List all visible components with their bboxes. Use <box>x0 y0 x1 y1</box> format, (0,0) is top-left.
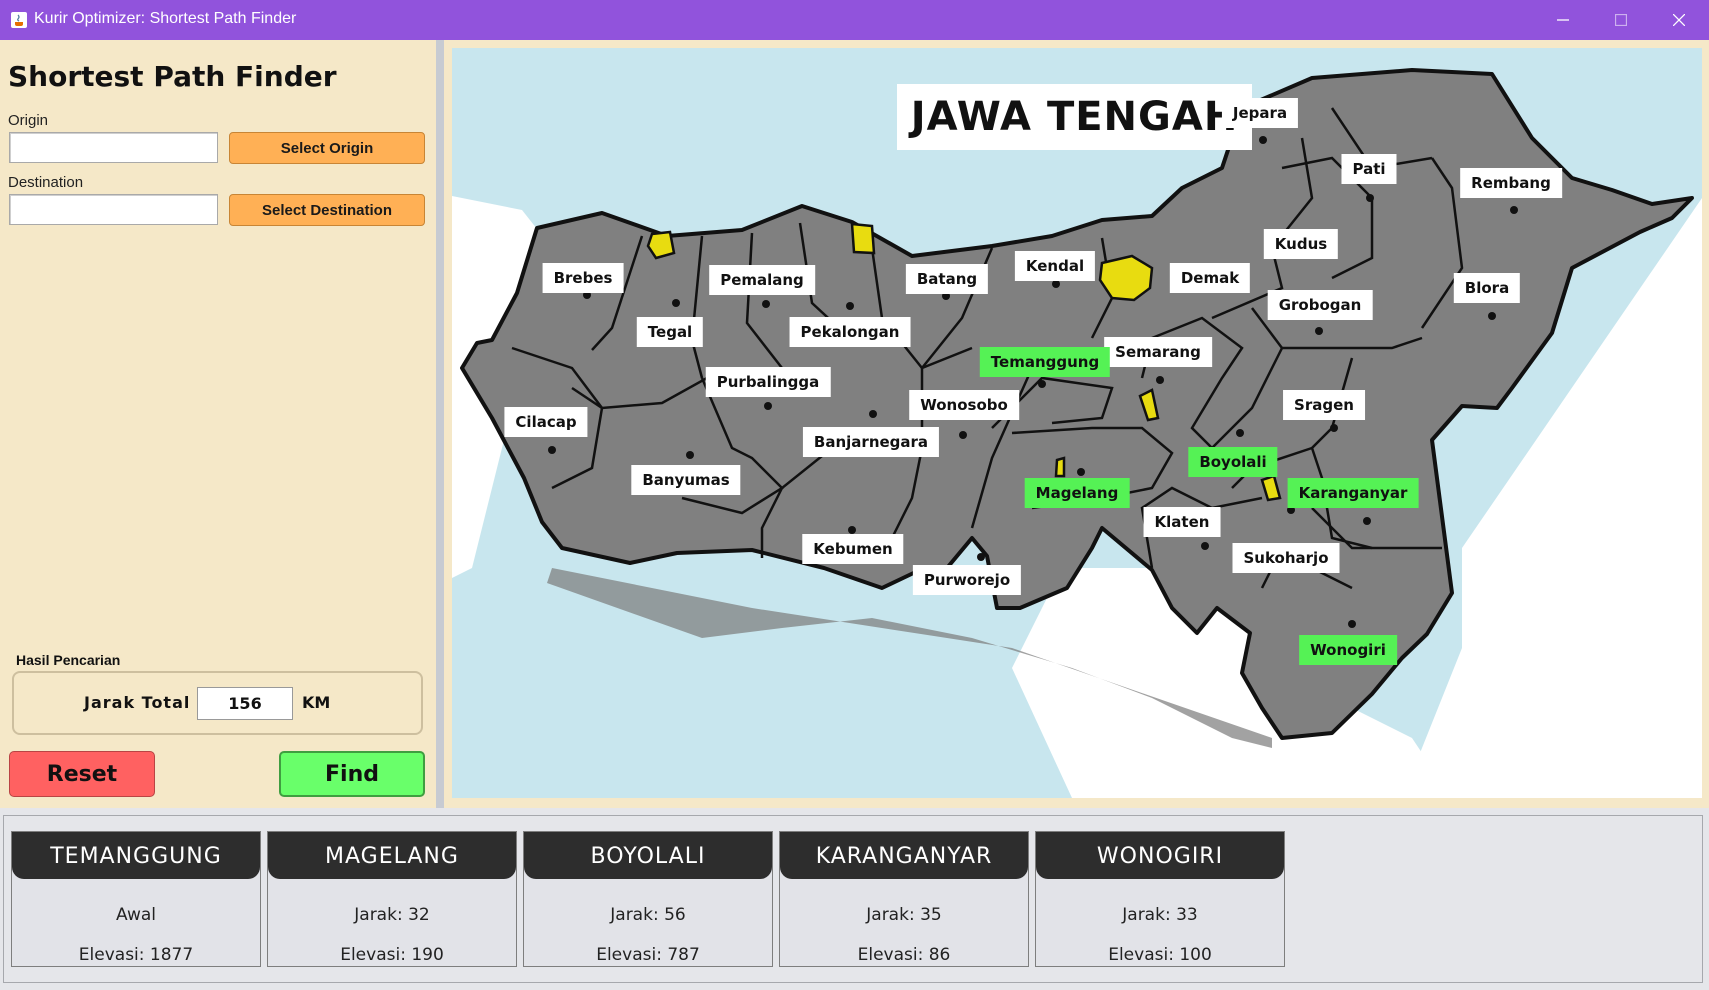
city-label-semarang[interactable]: Semarang <box>1104 337 1212 367</box>
path-card-distance: Jarak: 33 <box>1122 905 1198 925</box>
path-card-elevation: Elevasi: 787 <box>596 945 700 965</box>
path-card-city: KARANGANYAR <box>780 832 1028 879</box>
city-label-klaten[interactable]: Klaten <box>1143 507 1221 537</box>
destination-label: Destination <box>8 174 84 191</box>
path-card-city: BOYOLALI <box>524 832 772 879</box>
total-distance-label: Jarak Total <box>84 693 191 712</box>
city-label-karanganyar[interactable]: Karanganyar <box>1287 478 1419 508</box>
origin-input[interactable] <box>9 132 218 163</box>
city-label-purbalingga[interactable]: Purbalingga <box>705 367 831 397</box>
maximize-icon <box>1615 14 1627 26</box>
panel-splitter[interactable] <box>436 40 444 808</box>
city-label-purworejo[interactable]: Purworejo <box>912 565 1022 595</box>
city-label-wonogiri[interactable]: Wonogiri <box>1299 635 1397 665</box>
path-card-elevation: Elevasi: 86 <box>857 945 951 965</box>
path-cards-container: TEMANGGUNG Awal Elevasi: 1877 MAGELANG J… <box>3 815 1703 983</box>
path-card: WONOGIRI Jarak: 33 Elevasi: 100 <box>1035 831 1285 967</box>
window-title: Kurir Optimizer: Shortest Path Finder <box>34 10 297 27</box>
origin-label: Origin <box>8 112 49 129</box>
path-card-city: MAGELANG <box>268 832 516 879</box>
close-button[interactable] <box>1650 0 1708 40</box>
map-panel: JAWA TENGAH Jepara Pati Rembang Kudus Blora D… <box>444 40 1709 808</box>
city-label-pemalang[interactable]: Pemalang <box>709 265 815 295</box>
city-label-temanggung[interactable]: Temanggung <box>979 347 1111 377</box>
city-label-banjarnegara[interactable]: Banjarnegara <box>802 427 940 457</box>
result-box: Jarak Total 156 KM <box>12 671 423 735</box>
city-label-cilacap[interactable]: Cilacap <box>504 407 588 437</box>
close-icon <box>1673 14 1685 26</box>
city-label-banyumas[interactable]: Banyumas <box>631 465 741 495</box>
path-card: KARANGANYAR Jarak: 35 Elevasi: 86 <box>779 831 1029 967</box>
path-card-distance: Jarak: 32 <box>354 905 430 925</box>
select-origin-button[interactable]: Select Origin <box>229 132 425 164</box>
minimize-button[interactable] <box>1534 0 1592 40</box>
city-label-wonosobo[interactable]: Wonosobo <box>909 390 1019 420</box>
path-card-distance: Jarak: 56 <box>610 905 686 925</box>
city-label-tegal[interactable]: Tegal <box>636 317 704 347</box>
control-panel: Shortest Path Finder Origin Select Origi… <box>0 40 436 808</box>
minimize-icon <box>1557 19 1569 21</box>
city-label-batang[interactable]: Batang <box>905 264 989 294</box>
city-label-kebumen[interactable]: Kebumen <box>802 534 904 564</box>
maximize-button[interactable] <box>1592 0 1650 40</box>
city-label-magelang[interactable]: Magelang <box>1024 478 1130 508</box>
path-card-elevation: Elevasi: 100 <box>1108 945 1212 965</box>
path-card: TEMANGGUNG Awal Elevasi: 1877 <box>11 831 261 967</box>
map-title: JAWA TENGAH <box>897 84 1252 150</box>
city-label-blora[interactable]: Blora <box>1453 273 1521 303</box>
city-label-pati[interactable]: Pati <box>1341 154 1397 184</box>
city-label-kudus[interactable]: Kudus <box>1263 229 1339 259</box>
city-label-rembang[interactable]: Rembang <box>1460 168 1562 198</box>
title-bar: Kurir Optimizer: Shortest Path Finder <box>0 0 1709 40</box>
city-label-pekalongan[interactable]: Pekalongan <box>789 317 911 347</box>
path-card: MAGELANG Jarak: 32 Elevasi: 190 <box>267 831 517 967</box>
total-distance-value: 156 <box>197 687 293 720</box>
destination-input[interactable] <box>9 194 218 225</box>
path-card-distance: Awal <box>116 905 156 925</box>
path-card-elevation: Elevasi: 1877 <box>78 945 194 965</box>
city-label-sukoharjo[interactable]: Sukoharjo <box>1232 543 1340 573</box>
central-java-map: JAWA TENGAH Jepara Pati Rembang Kudus Blora D… <box>452 48 1702 798</box>
city-label-boyolali[interactable]: Boyolali <box>1188 447 1278 477</box>
path-card-city: TEMANGGUNG <box>12 832 260 879</box>
reset-button[interactable]: Reset <box>9 751 155 797</box>
path-card-elevation: Elevasi: 190 <box>340 945 444 965</box>
path-card-city: WONOGIRI <box>1036 832 1284 879</box>
city-label-jepara[interactable]: Jepara <box>1221 98 1299 128</box>
city-label-grobogan[interactable]: Grobogan <box>1267 290 1373 320</box>
panel-heading: Shortest Path Finder <box>8 60 337 93</box>
city-label-kendal[interactable]: Kendal <box>1014 251 1096 281</box>
map-graphic <box>452 68 1702 798</box>
city-label-sragen[interactable]: Sragen <box>1283 390 1365 420</box>
find-button[interactable]: Find <box>279 751 425 797</box>
distance-unit: KM <box>302 693 331 712</box>
city-label-demak[interactable]: Demak <box>1169 263 1251 293</box>
select-destination-button[interactable]: Select Destination <box>229 194 425 226</box>
path-card: BOYOLALI Jarak: 56 Elevasi: 787 <box>523 831 773 967</box>
java-app-icon <box>11 12 27 28</box>
result-title: Hasil Pencarian <box>16 652 121 668</box>
city-label-brebes[interactable]: Brebes <box>542 263 624 293</box>
path-card-distance: Jarak: 35 <box>866 905 942 925</box>
path-result-panel: TEMANGGUNG Awal Elevasi: 1877 MAGELANG J… <box>0 808 1709 990</box>
